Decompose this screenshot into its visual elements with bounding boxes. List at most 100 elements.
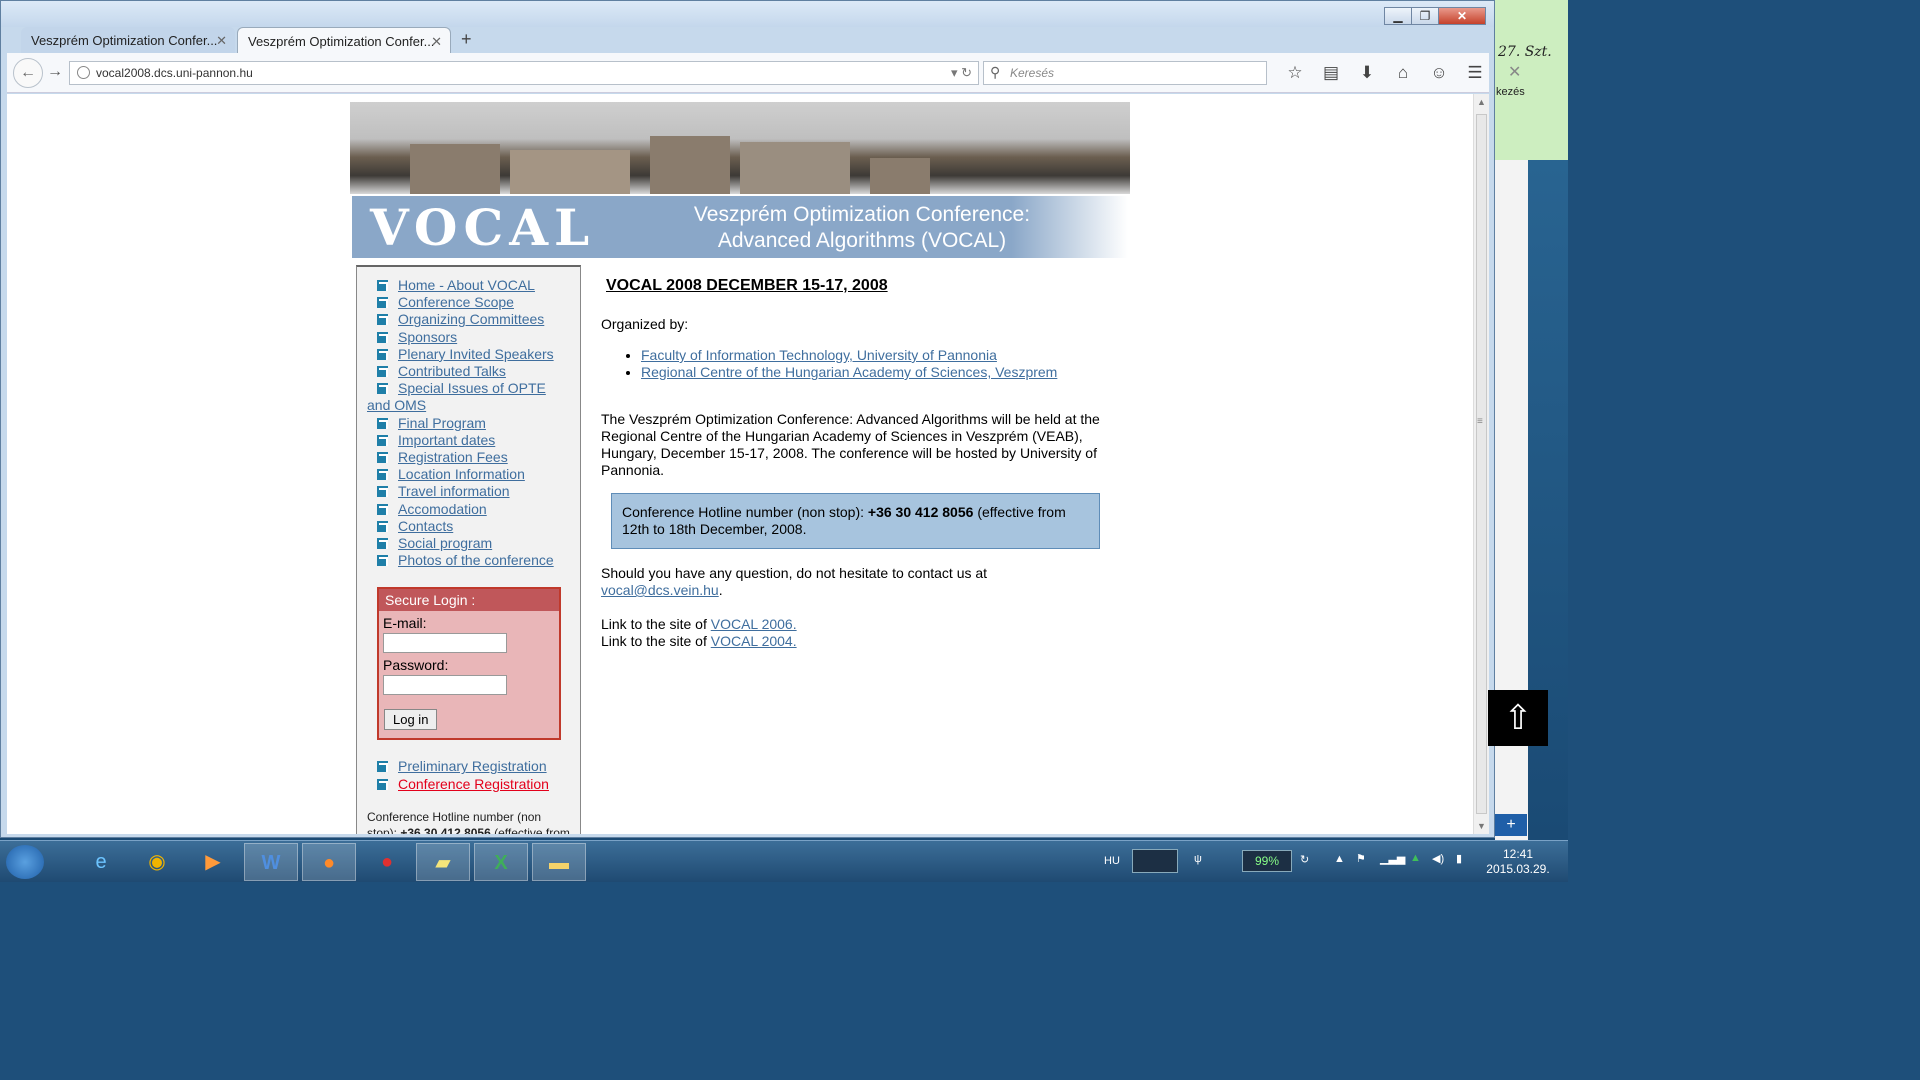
contact-paragraph: Should you have any question, do not hes… — [601, 565, 1101, 599]
link-arrow-icon — [377, 280, 388, 291]
internet-explorer-icon[interactable]: e — [74, 843, 128, 881]
note-close-icon[interactable]: ✕ — [1508, 62, 1521, 82]
nav-item: Conference Scope — [367, 294, 572, 311]
nav-link-committees[interactable]: Organizing Committees — [398, 311, 544, 327]
close-button[interactable]: ✕ — [1438, 7, 1486, 25]
nav-link-location[interactable]: Location Information — [398, 466, 525, 482]
hotline-box: Conference Hotline number (non stop): +3… — [611, 493, 1100, 549]
reload-icon[interactable]: ▾ ↻ — [951, 65, 972, 81]
sidebar-hotline: Conference Hotline number (non stop): +3… — [367, 809, 572, 834]
organizer-link-faculty[interactable]: Faculty of Information Technology, Unive… — [641, 347, 997, 363]
contact-email-link[interactable]: vocal@dcs.vein.hu — [601, 582, 719, 598]
new-tab-button[interactable]: + — [461, 29, 472, 50]
word-icon[interactable]: W — [244, 843, 298, 881]
reading-list-icon[interactable]: ▤ — [1313, 63, 1349, 83]
tab-close-icon[interactable]: ✕ — [216, 33, 227, 49]
chevron-up-icon[interactable]: ▲ — [1334, 853, 1345, 865]
nav-link-fees[interactable]: Registration Fees — [398, 449, 508, 465]
organizer-link-academy[interactable]: Regional Centre of the Hungarian Academy… — [641, 364, 1057, 380]
scroll-up-icon[interactable]: ▲ — [1477, 97, 1486, 107]
search-placeholder: Keresés — [1010, 66, 1055, 80]
flag-icon[interactable]: ⚑ — [1356, 852, 1366, 865]
nav-link-travel[interactable]: Travel information — [398, 483, 510, 499]
tab-active[interactable]: Veszprém Optimization Confer... ✕ — [237, 27, 451, 55]
vocal-2004-link[interactable]: VOCAL 2004. — [711, 633, 797, 649]
drive-icon[interactable]: ▲ — [1410, 852, 1421, 864]
minimize-button[interactable]: ▁ — [1384, 7, 1412, 25]
link-arrow-icon — [377, 486, 388, 498]
home-icon[interactable]: ⌂ — [1385, 63, 1421, 83]
url-text: vocal2008.dcs.uni-pannon.hu — [96, 66, 253, 80]
power-icon[interactable]: ▮ — [1456, 852, 1462, 865]
link-arrow-icon — [377, 348, 388, 360]
firefox-icon[interactable]: ● — [302, 843, 356, 881]
app-icon[interactable]: ● — [360, 843, 414, 881]
signal-bars-icon[interactable]: ▁▃▅ — [1380, 852, 1405, 865]
vertical-scrollbar[interactable]: ▲ ≡ ▼ — [1473, 94, 1489, 834]
tab-inactive[interactable]: Veszprém Optimization Confer... ✕ — [21, 27, 235, 55]
nav-link-program[interactable]: Final Program — [398, 415, 486, 431]
conference-registration-link[interactable]: Conference Registration — [398, 776, 549, 792]
nav-link-contacts[interactable]: Contacts — [398, 518, 453, 534]
preliminary-registration-link[interactable]: Preliminary Registration — [398, 758, 547, 774]
banner-title: Veszprém Optimization Conference: Advanc… — [662, 202, 1062, 254]
tab-close-icon[interactable]: ✕ — [431, 34, 442, 50]
nav-item: Plenary Invited Speakers — [367, 346, 572, 363]
link-arrow-icon — [377, 452, 388, 464]
nav-link-special-issues[interactable]: Special Issues of OPTE and OMS — [367, 380, 546, 413]
chrome-icon[interactable]: ◉ — [130, 843, 184, 881]
nav-link-social[interactable]: Social program — [398, 535, 492, 551]
email-field[interactable] — [383, 633, 507, 654]
nav-link-talks[interactable]: Contributed Talks — [398, 363, 506, 379]
browser-window: ▁ ❐ ✕ Veszprém Optimization Confer... ✕ … — [0, 0, 1495, 838]
forward-button[interactable]: → — [47, 63, 63, 81]
signal-icon[interactable] — [1132, 849, 1178, 873]
link-arrow-icon — [377, 538, 388, 550]
chat-icon[interactable]: ☺ — [1421, 63, 1457, 83]
nav-link-sponsors[interactable]: Sponsors — [398, 329, 457, 345]
menu-icon[interactable]: ☰ — [1457, 63, 1493, 83]
scroll-to-top-icon[interactable]: ⇧ — [1488, 690, 1548, 746]
scrollbar-thumb[interactable] — [1476, 114, 1487, 814]
url-bar[interactable]: vocal2008.dcs.uni-pannon.hu ▾ ↻ — [69, 61, 979, 85]
scroll-down-icon[interactable]: ▼ — [1477, 821, 1486, 831]
organized-by-label: Organized by: — [601, 316, 689, 332]
link-arrow-icon — [377, 366, 388, 378]
sticky-notes-icon[interactable]: ▰ — [416, 843, 470, 881]
clock[interactable]: 12:41 2015.03.29. — [1480, 847, 1556, 877]
nav-link-scope[interactable]: Conference Scope — [398, 294, 514, 310]
volume-icon[interactable]: ◀) — [1432, 852, 1444, 865]
back-button[interactable]: ← — [13, 58, 43, 88]
login-button[interactable]: Log in — [384, 709, 438, 731]
nav-item: Travel information — [367, 483, 572, 500]
nav-link-speakers[interactable]: Plenary Invited Speakers — [398, 346, 554, 362]
nav-link-dates[interactable]: Important dates — [398, 432, 495, 448]
link-arrow-icon — [377, 555, 388, 567]
battery-indicator[interactable]: 99% — [1242, 850, 1292, 872]
nav-item: Home - About VOCAL — [367, 277, 572, 294]
nav-link-home[interactable]: Home - About VOCAL — [398, 277, 535, 293]
language-indicator[interactable]: HU — [1104, 855, 1120, 867]
star-icon[interactable]: ☆ — [1277, 63, 1313, 83]
excel-icon[interactable]: X — [474, 843, 528, 881]
network-icon[interactable]: ψ — [1194, 853, 1202, 865]
start-button[interactable] — [6, 845, 44, 879]
maximize-button[interactable]: ❐ — [1411, 7, 1439, 25]
sidebar-hotline-suffix: (effective from — [494, 825, 570, 834]
desktop-add-button[interactable]: + — [1495, 814, 1527, 836]
explorer-icon[interactable]: ▬ — [532, 843, 586, 881]
vocal-2006-link[interactable]: VOCAL 2006. — [711, 616, 797, 632]
search-input[interactable]: ⚲ Keresés — [983, 61, 1267, 85]
scroll-grip-icon: ≡ — [1477, 416, 1483, 427]
tab-label: Veszprém Optimization Confer... — [31, 33, 218, 48]
download-icon[interactable]: ⬇ — [1349, 63, 1385, 83]
nav-item: Social program — [367, 535, 572, 552]
sync-icon[interactable]: ↻ — [1300, 853, 1309, 866]
password-field[interactable] — [383, 675, 507, 696]
media-player-icon[interactable]: ▶ — [186, 843, 240, 881]
page-container: VOCAL Veszprém Optimization Conference: … — [350, 102, 1130, 834]
nav-link-photos[interactable]: Photos of the conference — [398, 552, 554, 568]
nav-link-accomodation[interactable]: Accomodation — [398, 501, 487, 517]
link-arrow-icon — [377, 778, 388, 790]
main-content: VOCAL 2008 DECEMBER 15-17, 2008 Organize… — [601, 277, 1101, 650]
